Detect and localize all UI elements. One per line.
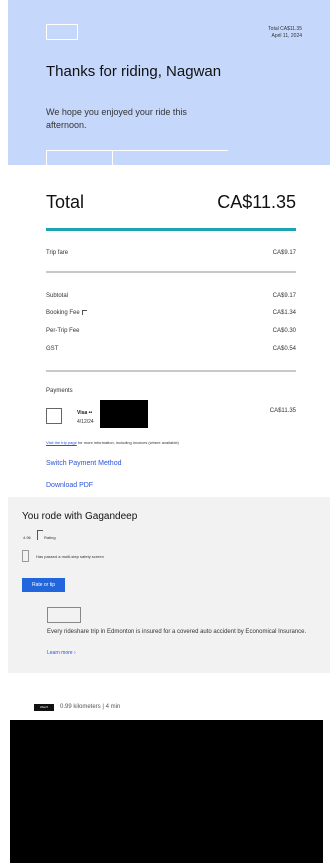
gst-label: GST [46, 346, 59, 352]
switch-payment-link[interactable]: Switch Payment Method [46, 460, 121, 467]
learn-more-link[interactable]: Learn more › [47, 650, 76, 656]
total-label: Total [46, 192, 85, 212]
booking-fee-label: Booking Fee [46, 310, 80, 316]
trip-fare-value: CA$9.17 [272, 250, 296, 256]
download-pdf-link[interactable]: Download PDF [46, 482, 93, 489]
subtotal-label: Subtotal [46, 293, 69, 299]
divider [46, 370, 296, 372]
rate-or-tip-button[interactable]: Rate or tip [22, 578, 65, 592]
receipt-header: Total CA$11.35 April 11, 2024 Thanks for… [8, 0, 330, 165]
divider [46, 271, 296, 273]
uber-logo-icon [46, 24, 78, 40]
header-image-placeholder [46, 150, 114, 165]
star-icon [37, 530, 43, 540]
card-date: 4/12/24 [77, 419, 94, 425]
safety-text: Has passed a multi-step safety screen [36, 554, 104, 559]
trip-distance: 0.99 kilometers | 4 min [60, 704, 121, 710]
header-image-placeholder-2 [112, 150, 228, 165]
header-date: April 11, 2024 [271, 33, 302, 39]
subtotal-value: CA$9.17 [272, 293, 296, 299]
page-title: Thanks for riding, Nagwan [46, 63, 222, 80]
shield-icon [22, 550, 29, 562]
total-value: CA$11.35 [217, 192, 296, 212]
rating-label: Rating [44, 535, 56, 540]
card-label: Visa •• [77, 410, 93, 416]
driver-rating: 4.96 [23, 535, 31, 540]
trip-page-link[interactable]: Visit the trip page [46, 440, 77, 445]
driver-section: You rode with Gagandeep 4.96 Rating Has … [8, 497, 330, 673]
booking-fee-row: Booking Fee [46, 310, 87, 316]
booking-fee-value: CA$1.34 [272, 310, 296, 316]
receipt-meta: Total CA$11.35 April 11, 2024 [268, 26, 302, 40]
insurance-logo-icon [47, 607, 81, 623]
driver-title: You rode with Gagandeep [22, 511, 138, 522]
card-icon [46, 408, 62, 424]
payment-amount: CA$11.35 [269, 408, 296, 414]
route-map [10, 720, 323, 863]
payments-heading: Payments [46, 388, 73, 394]
trip-fare-label: Trip fare [46, 250, 69, 256]
page-subtitle: We hope you enjoyed your ride this after… [46, 107, 187, 130]
header-total: Total CA$11.35 [268, 26, 302, 32]
insurance-text: Every rideshare trip in Edmonton is insu… [47, 629, 307, 635]
redaction-block [100, 400, 148, 428]
gst-value: CA$0.54 [272, 346, 296, 352]
per-trip-fee-label: Per-Trip Fee [46, 328, 80, 334]
trip-page-note-text: for more information, including invoices… [76, 440, 179, 445]
trip-page-note: Visit the trip page for more information… [46, 440, 179, 445]
info-icon[interactable] [81, 310, 87, 315]
vehicle-type-badge: UberX [34, 704, 54, 711]
per-trip-fee-value: CA$0.30 [272, 328, 296, 334]
total-divider [46, 228, 296, 231]
